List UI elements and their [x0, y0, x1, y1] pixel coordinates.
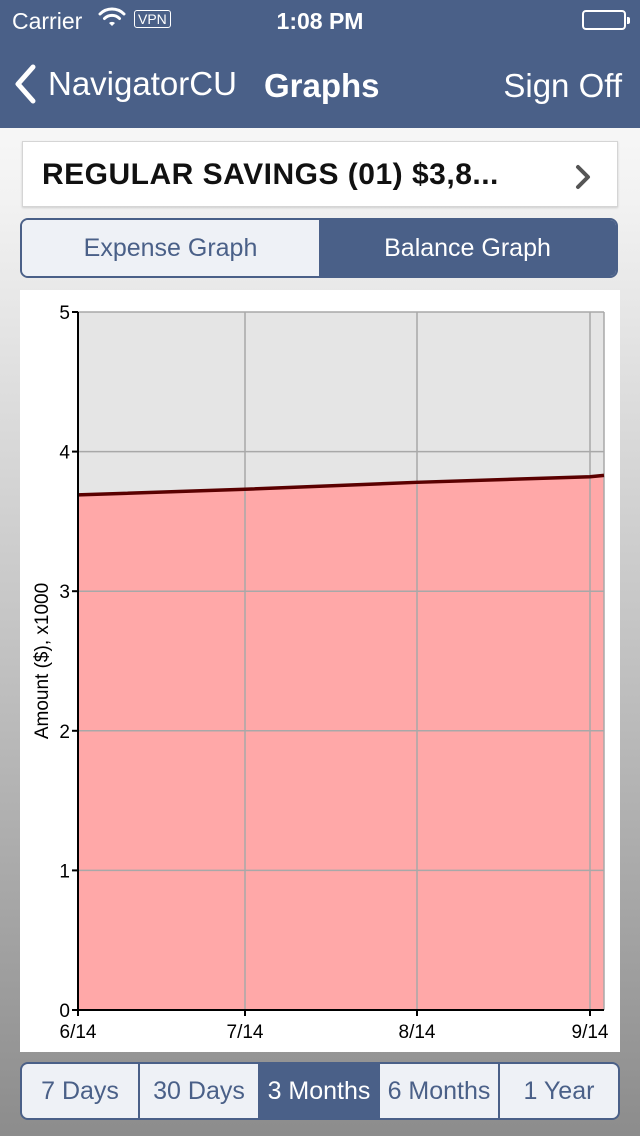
tab-expense-graph[interactable]: Expense Graph [22, 220, 319, 276]
y-tick-label: 4 [59, 443, 70, 464]
y-tick-label: 1 [59, 861, 70, 882]
range-6-months[interactable]: 6 Months [380, 1064, 500, 1118]
y-tick-label: 0 [59, 1001, 70, 1022]
top-bar: Carrier VPN 1:08 PM NavigatorCU Graphs S… [0, 0, 640, 128]
battery-nub [627, 17, 630, 24]
range-1-year[interactable]: 1 Year [500, 1064, 618, 1118]
navigation-bar: NavigatorCU Graphs Sign Off [0, 40, 640, 128]
chevron-right-icon [576, 165, 590, 189]
y-tick-label: 5 [59, 303, 70, 324]
x-tick-label: 8/14 [399, 1022, 436, 1043]
x-tick-label: 9/14 [572, 1022, 609, 1043]
range-30-days[interactable]: 30 Days [140, 1064, 260, 1118]
back-chevron-icon [15, 64, 36, 104]
balance-chart: 0 1 2 3 4 5 6/14 7/14 8/14 9/14 Amount ($), x1000 [20, 290, 620, 1052]
back-button[interactable]: NavigatorCU [14, 64, 237, 104]
tab-balance-graph[interactable]: Balance Graph [319, 220, 616, 276]
range-3-months[interactable]: 3 Months [260, 1064, 380, 1118]
x-tick-label: 6/14 [60, 1022, 97, 1043]
battery-icon [582, 10, 630, 30]
y-tick-label: 3 [59, 582, 70, 603]
chart-svg: 0 1 2 3 4 5 6/14 7/14 8/14 9/14 Amount ($), x1000 [32, 303, 609, 1043]
account-label: REGULAR SAVINGS (01) $3,8... [42, 158, 499, 191]
graph-type-toggle: Expense Graph Balance Graph [20, 218, 618, 278]
status-bar: Carrier VPN 1:08 PM [0, 0, 640, 40]
back-button-label: NavigatorCU [48, 65, 237, 102]
range-7-days[interactable]: 7 Days [22, 1064, 140, 1118]
sign-off-button[interactable]: Sign Off [503, 67, 622, 105]
account-selector[interactable]: REGULAR SAVINGS (01) $3,8... [22, 141, 618, 207]
area-fill [78, 475, 604, 1010]
y-axis-label: Amount ($), x1000 [32, 583, 53, 739]
y-tick-label: 2 [59, 722, 70, 743]
x-tick-label: 7/14 [227, 1022, 264, 1043]
page-title: Graphs [264, 67, 380, 104]
time-range-selector: 7 Days 30 Days 3 Months 6 Months 1 Year [20, 1062, 620, 1120]
status-time: 1:08 PM [276, 8, 364, 34]
